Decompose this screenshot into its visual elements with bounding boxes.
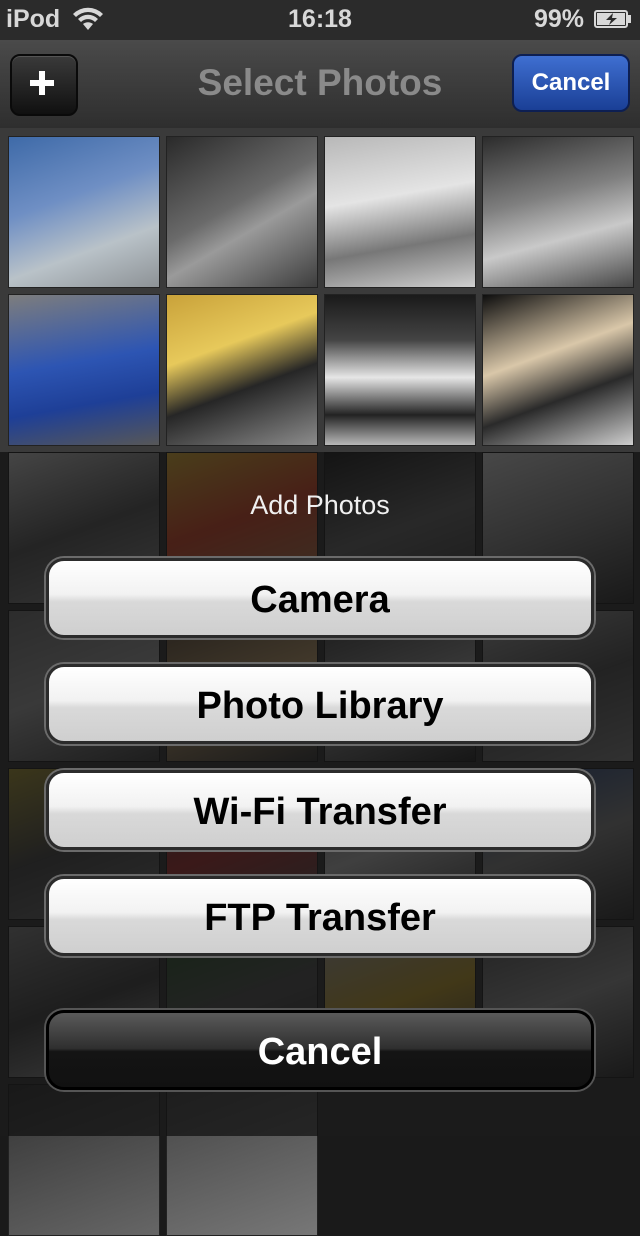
- photo-thumbnail[interactable]: [166, 136, 318, 288]
- photo-thumbnail[interactable]: [324, 136, 476, 288]
- camera-button[interactable]: Camera: [46, 558, 594, 638]
- battery-percent: 99%: [533, 5, 584, 33]
- photo-library-button[interactable]: Photo Library: [46, 664, 594, 744]
- nav-cancel-button[interactable]: Cancel: [512, 54, 630, 112]
- photo-thumbnail[interactable]: [324, 294, 476, 446]
- action-sheet-title: Add Photos: [250, 490, 390, 520]
- action-sheet-cancel-button[interactable]: Cancel: [46, 1010, 594, 1090]
- navigation-bar: Select Photos Cancel: [0, 40, 640, 129]
- photo-thumbnail[interactable]: [8, 136, 160, 288]
- wifi-transfer-button[interactable]: Wi-Fi Transfer: [46, 770, 594, 850]
- photo-thumbnail[interactable]: [166, 294, 318, 446]
- photo-thumbnail[interactable]: [482, 294, 634, 446]
- photo-thumbnail[interactable]: [8, 294, 160, 446]
- battery-charging-icon: [594, 10, 631, 28]
- status-bar: iPod 16:18 99%: [0, 0, 640, 40]
- photo-thumbnail[interactable]: [482, 136, 634, 288]
- ftp-transfer-button[interactable]: FTP Transfer: [46, 876, 594, 956]
